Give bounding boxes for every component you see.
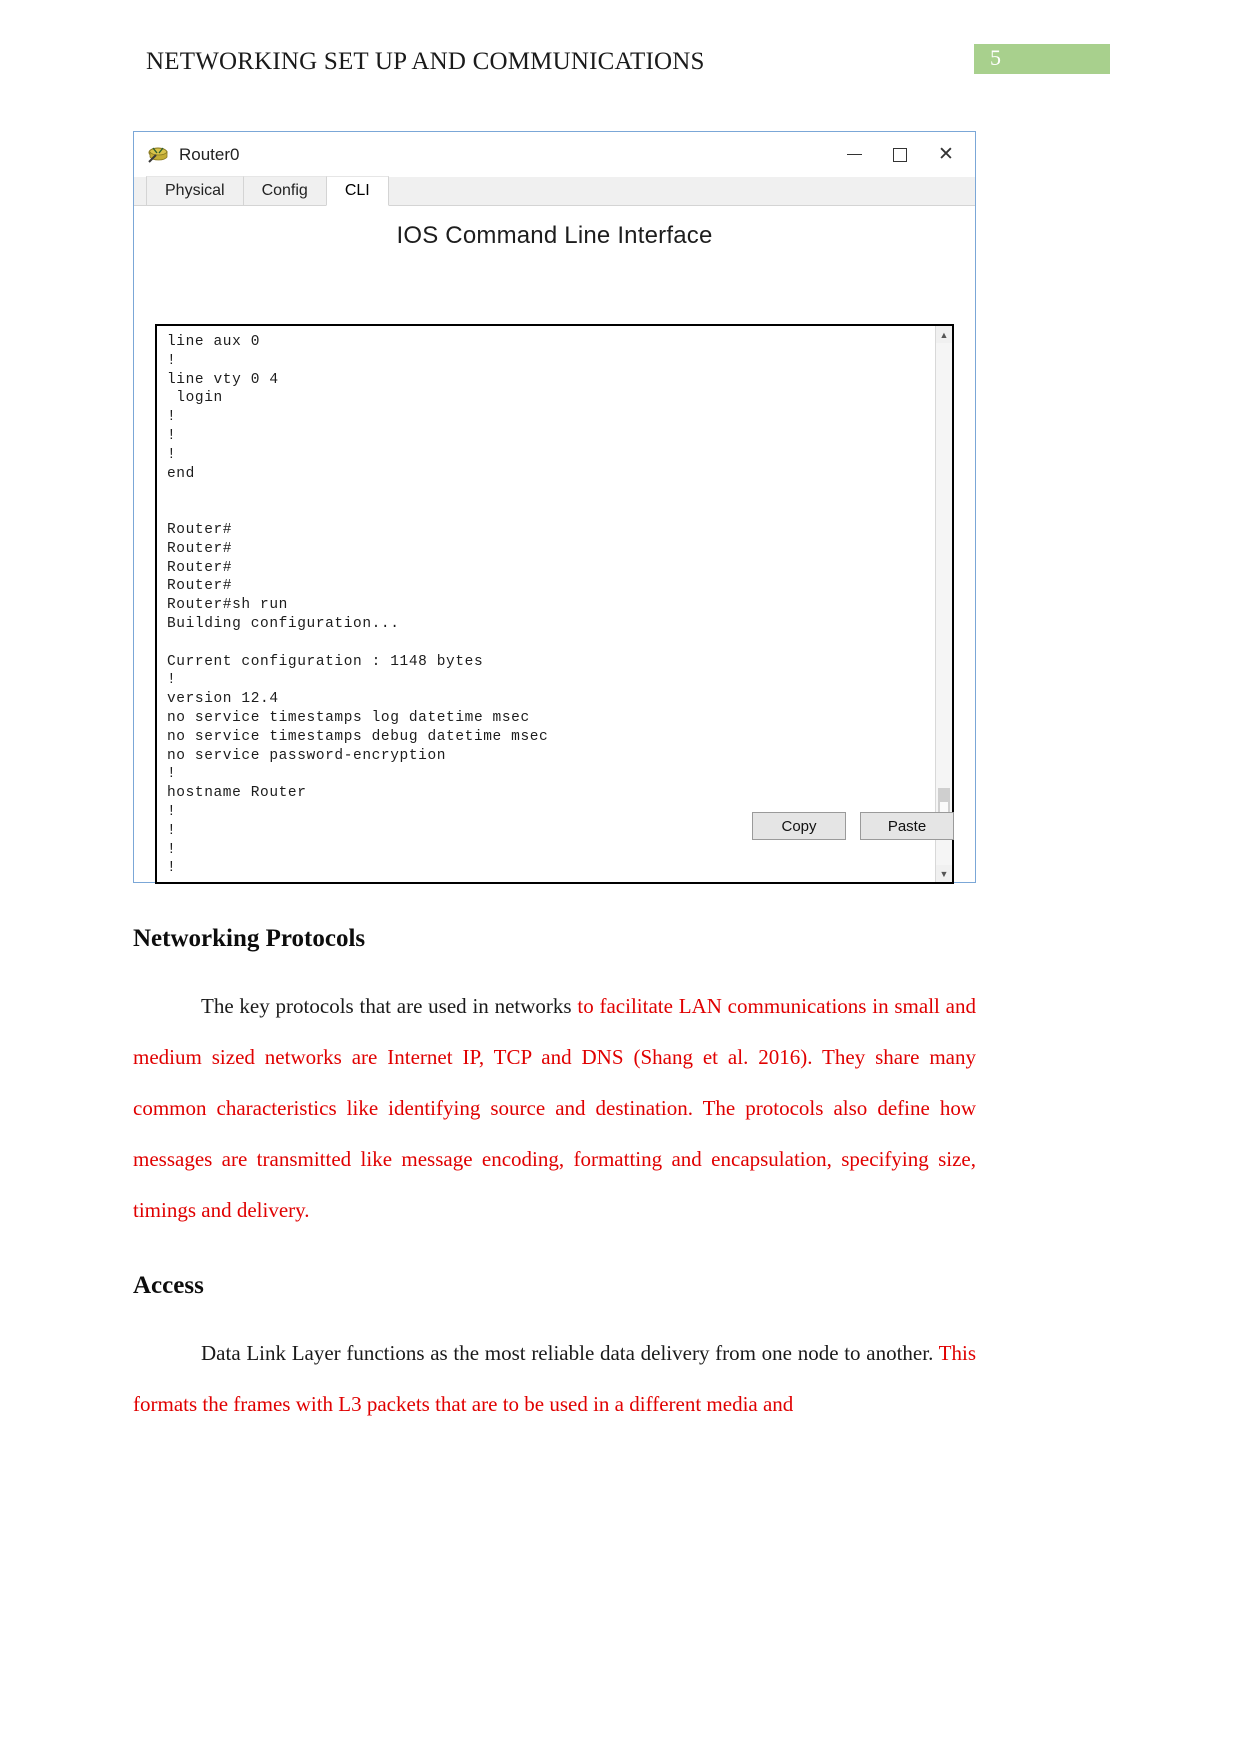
page-number-badge: 5 [974, 44, 1110, 74]
terminal-line: login [167, 390, 223, 407]
terminal-line: Router# [167, 540, 233, 557]
window-tabs: Physical Config CLI [134, 176, 975, 206]
terminal-scrollbar[interactable]: ▲ ▼ [935, 326, 952, 882]
cli-panel: IOS Command Line Interface line aux 0! li… [134, 206, 975, 884]
paragraph-text-red: to facilitate LAN communications in smal… [133, 994, 976, 1222]
terminal-line: ! [167, 841, 177, 858]
window-controls: ✕ [831, 132, 969, 177]
page-title: NETWORKING SET UP AND COMMUNICATIONS [146, 48, 705, 75]
maximize-icon[interactable] [877, 135, 923, 175]
minimize-icon[interactable] [831, 135, 877, 175]
terminal-line: ! [167, 427, 177, 444]
tab-config[interactable]: Config [242, 176, 327, 205]
paste-button[interactable]: Paste [860, 812, 954, 840]
close-icon[interactable]: ✕ [923, 135, 969, 175]
document-body: Networking Protocols The key protocols t… [133, 925, 976, 1430]
terminal-line: no service timestamps log datetime msec [167, 709, 530, 726]
paragraph-text-black: The key protocols that are used in netwo… [201, 994, 578, 1018]
terminal-line: ! [167, 352, 177, 369]
terminal-output[interactable]: line aux 0! line vty 0 4 login!!! end Rout… [157, 326, 935, 882]
terminal-line: ! [167, 672, 177, 689]
paragraph-access: Data Link Layer functions as the most re… [133, 1328, 976, 1430]
terminal-line: ! [167, 409, 177, 426]
tab-cli[interactable]: CLI [325, 176, 389, 206]
router-icon [147, 145, 169, 165]
terminal-line: ! [167, 860, 177, 877]
section-heading-networking-protocols: Networking Protocols [133, 925, 366, 952]
terminal-line: Router# [167, 559, 233, 576]
page-number: 5 [990, 45, 1001, 70]
router-cli-window: Router0 ✕ Physical Config CLI IOS Comman… [133, 131, 976, 884]
terminal-line: no service password-encryption [167, 747, 447, 764]
section-heading-access: Access [133, 1272, 204, 1299]
terminal-line: Router# [167, 578, 233, 595]
terminal-line: line vty 0 4 [167, 371, 279, 388]
terminal-line: Router#sh run [167, 597, 288, 614]
scroll-up-icon[interactable]: ▲ [936, 326, 952, 343]
terminal-line: end [167, 465, 195, 482]
terminal-line: hostname Router [167, 785, 307, 802]
cli-panel-heading: IOS Command Line Interface [396, 222, 713, 249]
page-header: NETWORKING SET UP AND COMMUNICATIONS 5 [0, 44, 1241, 90]
terminal-line: no service timestamps debug datetime mse… [167, 728, 549, 745]
terminal-line: Building configuration... [167, 615, 400, 632]
paragraph-networking-protocols: The key protocols that are used in netwo… [133, 981, 976, 1236]
window-titlebar: Router0 ✕ [134, 132, 975, 177]
terminal-container: line aux 0! line vty 0 4 login!!! end Rout… [155, 324, 954, 884]
scroll-down-icon[interactable]: ▼ [936, 865, 952, 882]
tab-filler [387, 177, 975, 205]
terminal-line: Router# [167, 521, 233, 538]
paragraph-text-black: Data Link Layer functions as the most re… [201, 1341, 939, 1365]
terminal-line: Current configuration : 1148 bytes [167, 653, 484, 670]
tab-physical[interactable]: Physical [146, 176, 244, 205]
terminal-line: ! [167, 766, 177, 783]
terminal-line: line aux 0 [167, 334, 261, 350]
terminal-line: ! [167, 446, 177, 463]
terminal-actions: Copy Paste [752, 812, 954, 840]
copy-button[interactable]: Copy [752, 812, 846, 840]
terminal-line: version 12.4 [167, 691, 279, 708]
window-title: Router0 [179, 144, 240, 164]
